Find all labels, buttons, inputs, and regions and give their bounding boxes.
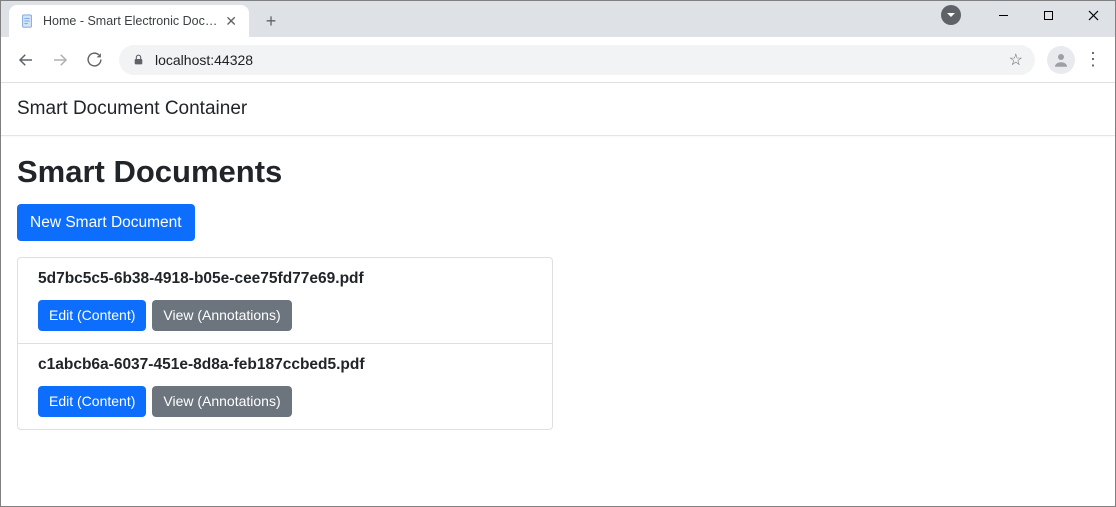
browser-tab[interactable]: Home - Smart Electronic Docume ✕ xyxy=(9,5,249,37)
app-navbar: Smart Document Container xyxy=(1,83,1115,136)
profile-avatar-icon[interactable] xyxy=(1047,46,1075,74)
profile-indicator-icon[interactable] xyxy=(941,5,961,25)
window-close-button[interactable] xyxy=(1071,0,1116,30)
bookmark-star-icon[interactable]: ☆ xyxy=(1009,50,1023,70)
view-annotations-button[interactable]: View (Annotations) xyxy=(152,300,291,331)
view-annotations-button[interactable]: View (Annotations) xyxy=(152,386,291,417)
tab-close-icon[interactable]: ✕ xyxy=(223,13,239,30)
window-controls xyxy=(941,0,1116,30)
reload-button[interactable] xyxy=(77,43,111,77)
edit-content-button[interactable]: Edit (Content) xyxy=(38,300,146,331)
list-item: c1abcb6a-6037-451e-8d8a-feb187ccbed5.pdf… xyxy=(18,343,552,429)
documents-list: 5d7bc5c5-6b38-4918-b05e-cee75fd77e69.pdf… xyxy=(17,257,553,430)
list-item: 5d7bc5c5-6b38-4918-b05e-cee75fd77e69.pdf… xyxy=(18,258,552,343)
page-title: Smart Documents xyxy=(17,154,1099,190)
forward-button[interactable] xyxy=(43,43,77,77)
page-content: Smart Documents New Smart Document 5d7bc… xyxy=(1,136,1115,444)
document-name: c1abcb6a-6037-451e-8d8a-feb187ccbed5.pdf xyxy=(38,356,532,374)
window-minimize-button[interactable] xyxy=(981,0,1026,30)
url-text: localhost:44328 xyxy=(155,52,253,68)
browser-chrome: Home - Smart Electronic Docume ✕ + xyxy=(1,1,1115,83)
address-bar[interactable]: localhost:44328 ☆ xyxy=(119,45,1035,75)
edit-content-button[interactable]: Edit (Content) xyxy=(38,386,146,417)
new-tab-button[interactable]: + xyxy=(257,7,285,35)
browser-menu-button[interactable]: ⋮ xyxy=(1079,46,1107,74)
navbar-brand[interactable]: Smart Document Container xyxy=(17,98,247,120)
tab-title: Home - Smart Electronic Docume xyxy=(43,14,223,28)
document-actions: Edit (Content) View (Annotations) xyxy=(38,386,532,417)
new-smart-document-button[interactable]: New Smart Document xyxy=(17,204,195,241)
document-actions: Edit (Content) View (Annotations) xyxy=(38,300,532,331)
window-maximize-button[interactable] xyxy=(1026,0,1071,30)
back-button[interactable] xyxy=(9,43,43,77)
document-name: 5d7bc5c5-6b38-4918-b05e-cee75fd77e69.pdf xyxy=(38,270,532,288)
browser-toolbar: localhost:44328 ☆ ⋮ xyxy=(1,37,1115,83)
tab-favicon-icon xyxy=(19,13,35,29)
lock-icon xyxy=(131,53,145,67)
